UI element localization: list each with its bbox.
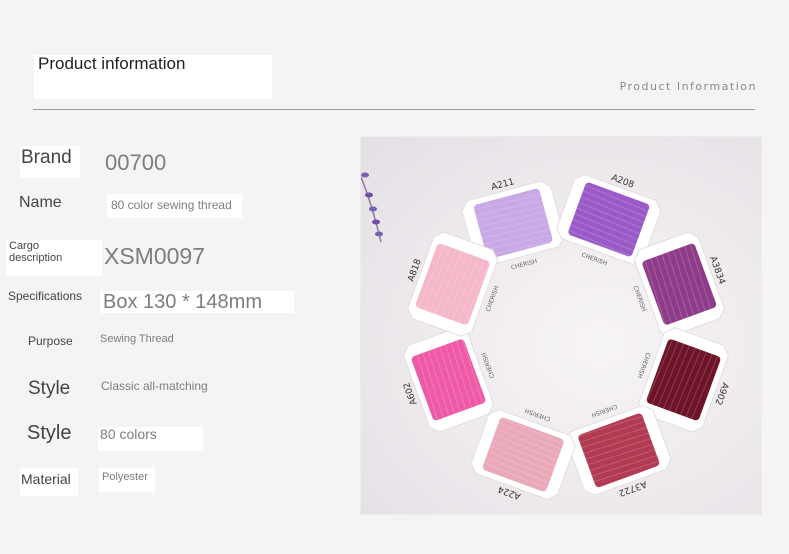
- bobbin-brand-label: CHERISH: [510, 258, 538, 272]
- page-subtitle: Product Information: [619, 80, 757, 93]
- purpose-label: Purpose: [28, 334, 73, 348]
- brand-value: 00700: [105, 150, 167, 175]
- style-value-2: 80 colors: [100, 426, 157, 442]
- bobbin-ring: A211CHERISHA208CHERISH A3834CHERISHA902CH…: [402, 173, 730, 501]
- product-photo: A211 CHERISH A208 CHERISH A3834 CHERISH A902 CH…: [361, 137, 761, 514]
- name-value: 80 color sewing thread: [111, 198, 232, 212]
- specifications-value: Box 130 * 148mm: [103, 291, 262, 313]
- brand-label: Brand: [21, 147, 72, 168]
- style-label-2: Style: [27, 422, 72, 444]
- lavender-sprig: [361, 172, 383, 243]
- material-value: Polyester: [102, 471, 148, 483]
- page-title: Product information: [38, 54, 186, 73]
- name-label: Name: [19, 194, 62, 211]
- cargo-label-line2: description: [9, 252, 63, 264]
- style-value: Classic all-matching: [101, 379, 208, 393]
- header-divider: [33, 109, 755, 110]
- cargo-value: XSM0097: [104, 243, 206, 269]
- style-label: Style: [28, 378, 71, 399]
- cargo-label: Cargo description: [9, 240, 62, 264]
- purpose-value: Sewing Thread: [100, 333, 174, 345]
- specifications-label: Specifications: [8, 289, 83, 303]
- thread-wheel-illustration: A211CHERISHA208CHERISH A3834CHERISHA902CH…: [361, 172, 730, 501]
- cargo-label-line1: Cargo: [9, 240, 39, 252]
- material-label: Material: [21, 471, 71, 487]
